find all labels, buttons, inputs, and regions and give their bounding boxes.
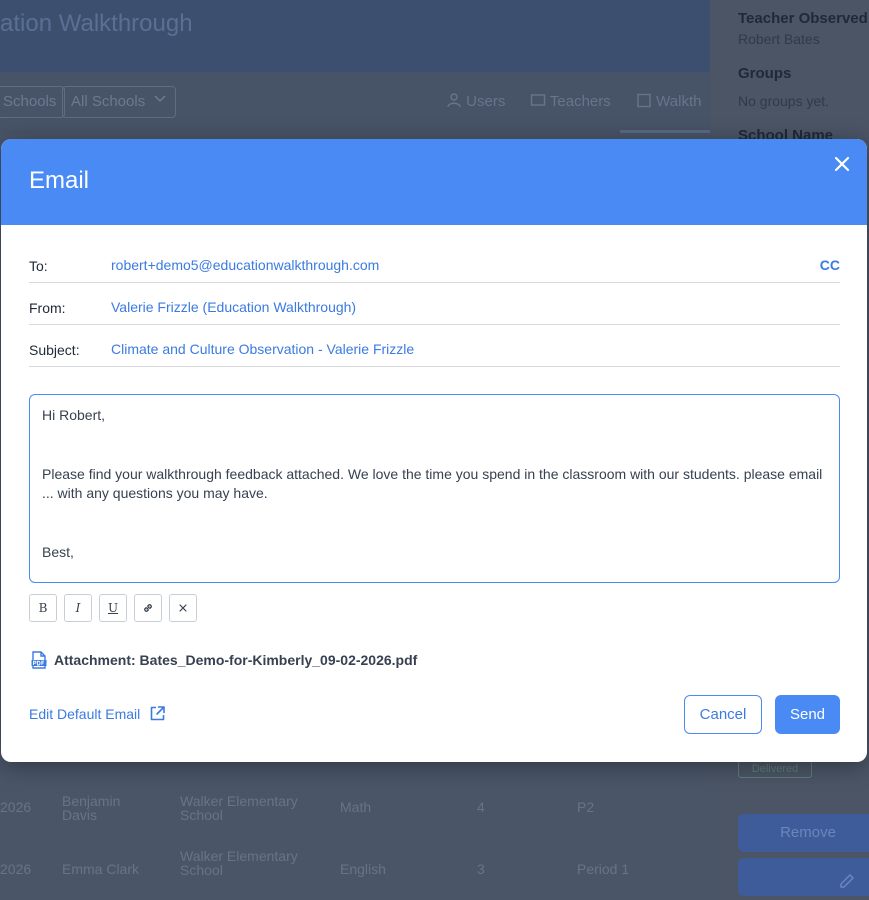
- edit-icon: [838, 867, 856, 900]
- teacher-observed-label: Teacher Observed: [738, 10, 868, 27]
- pdf-file-icon: [31, 651, 47, 669]
- edit-button: [738, 858, 869, 896]
- edit-default-email-link[interactable]: Edit Default Email: [29, 705, 166, 722]
- table-row: 2026 Benjamin Davis Walker Elementary Sc…: [0, 770, 710, 832]
- row-period: Period 1: [577, 861, 630, 877]
- subject-field[interactable]: Climate and Culture Observation - Valeri…: [111, 341, 414, 357]
- from-field[interactable]: Valerie Frizzle (Education Walkthrough): [111, 299, 356, 315]
- row-teacher: Benjamin Davis: [62, 793, 121, 823]
- body-paragraph: Please find your walkthrough feedback at…: [42, 465, 823, 502]
- body-blank-line: [42, 504, 827, 524]
- to-field[interactable]: robert+demo5@educationwalkthrough.com: [111, 257, 379, 273]
- body-blank-line: [42, 426, 827, 446]
- table-row: 2026 Emma Clark Walker Elementary School…: [0, 832, 710, 894]
- school-filter: Schools: [0, 86, 66, 118]
- tab-users: Users: [446, 92, 505, 110]
- modal-header: Email: [1, 139, 867, 225]
- format-toolbar: B I U: [29, 594, 197, 622]
- all-schools-select: All Schools: [62, 86, 176, 118]
- tab-users-label: Users: [466, 93, 506, 110]
- cc-button[interactable]: CC: [820, 257, 840, 273]
- remove-button: Remove: [738, 814, 869, 852]
- row-grade: 4: [477, 799, 485, 815]
- tab-walkthroughs-label: Walkth: [656, 93, 702, 110]
- underline-button[interactable]: U: [99, 594, 127, 622]
- body-greeting: Hi Robert,: [42, 407, 106, 423]
- row-date: 2026: [0, 861, 32, 877]
- email-modal: Email To: robert+demo5@educationwalkthro…: [1, 139, 867, 762]
- row-period: P2: [577, 799, 595, 815]
- body-signoff: Best,: [42, 543, 74, 560]
- external-link-icon: [150, 706, 166, 721]
- row-school: Walker Elementary School: [180, 848, 298, 878]
- clear-format-button[interactable]: [169, 594, 197, 622]
- tab-teachers: Teachers: [530, 92, 611, 110]
- close-button[interactable]: [831, 153, 853, 175]
- from-label: From:: [29, 300, 66, 316]
- app-header: ation Walkthrough: [0, 0, 710, 72]
- row-date: 2026: [0, 799, 32, 815]
- clipboard-icon: [636, 93, 656, 110]
- chevron-down-icon: [153, 91, 167, 109]
- attachment-name: Attachment: Bates_Demo-for-Kimberly_09-0…: [54, 652, 418, 668]
- teacher-icon: [530, 93, 550, 110]
- app-title: ation Walkthrough: [0, 10, 193, 37]
- body-blank-line: [42, 523, 827, 543]
- link-icon: [144, 604, 152, 612]
- user-icon: [446, 93, 466, 110]
- groups-label: Groups: [738, 65, 792, 82]
- row-subject: English: [340, 861, 386, 877]
- row-subject: Math: [340, 799, 372, 815]
- bold-icon: B: [38, 601, 48, 615]
- groups-value: No groups yet.: [738, 93, 830, 109]
- cancel-button[interactable]: Cancel: [684, 695, 762, 734]
- all-schools-label: All Schools: [71, 93, 146, 110]
- row-teacher: Emma Clark: [62, 861, 140, 877]
- link-button[interactable]: [134, 594, 162, 622]
- from-row: From: Valerie Frizzle (Education Walkthr…: [29, 283, 840, 325]
- close-icon: [834, 156, 850, 172]
- email-body-editor[interactable]: Hi Robert, Please find your walkthrough …: [29, 394, 840, 583]
- modal-title: Email: [29, 167, 90, 194]
- subject-label: Subject:: [29, 342, 80, 358]
- bold-button[interactable]: B: [29, 594, 57, 622]
- body-blank-line: [42, 445, 827, 465]
- attachment[interactable]: Attachment: Bates_Demo-for-Kimberly_09-0…: [31, 651, 417, 669]
- to-row: To: robert+demo5@educationwalkthrough.co…: [29, 241, 840, 283]
- underline-icon: U: [107, 601, 119, 615]
- active-tab-indicator: [620, 130, 710, 133]
- tab-walkthroughs: Walkth: [636, 92, 701, 110]
- clear-format-icon: [179, 604, 187, 612]
- row-school: Walker Elementary School: [180, 793, 298, 823]
- subject-row: Subject: Climate and Culture Observation…: [29, 325, 840, 367]
- italic-button[interactable]: I: [64, 594, 92, 622]
- teacher-observed-value: Robert Bates: [738, 31, 820, 47]
- to-label: To:: [29, 258, 48, 274]
- send-button[interactable]: Send: [775, 695, 840, 734]
- edit-default-email-label: Edit Default Email: [29, 705, 141, 722]
- row-grade: 3: [477, 861, 485, 877]
- italic-icon: I: [75, 601, 81, 615]
- tab-teachers-label: Teachers: [549, 93, 611, 110]
- status-badge: Delivered: [738, 760, 812, 778]
